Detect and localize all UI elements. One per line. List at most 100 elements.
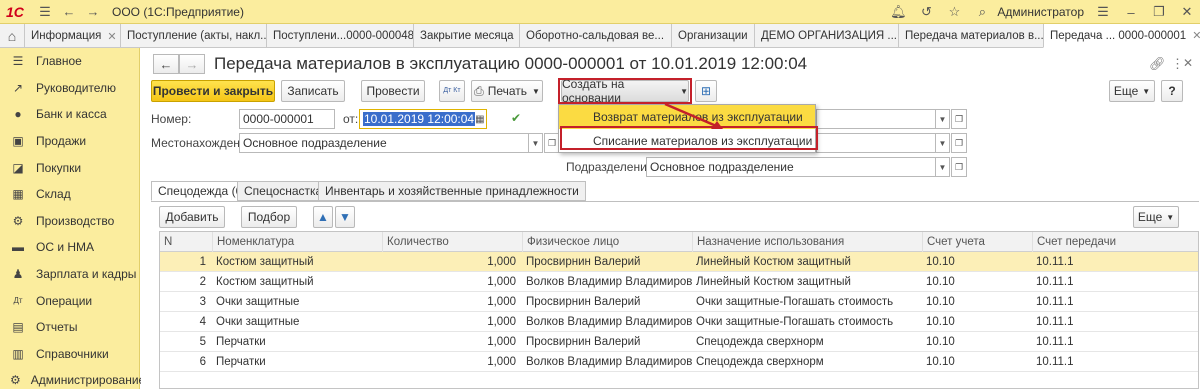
table-row[interactable]: 3 Очки защитные 1,000 Просвирнин Валерий Оч…	[160, 292, 1198, 312]
cell-quantity[interactable]: 1,000	[382, 352, 522, 372]
move-down-icon[interactable]: ▼	[335, 206, 355, 228]
tab-receipts[interactable]: Поступление (акты, накл...✕	[120, 24, 266, 48]
cell-purpose[interactable]: Спецодежда сверхнорм	[692, 352, 922, 372]
select-button[interactable]: Подбор	[241, 206, 297, 228]
table-row[interactable]: 1 Костюм защитный 1,000 Просвирнин Валерий Л…	[160, 252, 1198, 272]
print-button[interactable]: ⎙ Печать ▼	[471, 80, 543, 102]
cell-quantity[interactable]: 1,000	[382, 252, 522, 272]
tab-receipt-doc[interactable]: Поступлени...0000-000048✕	[266, 24, 413, 48]
right-field-2[interactable]	[816, 133, 936, 153]
save-button[interactable]: Записать	[281, 80, 345, 102]
sidebar-item-purchases[interactable]: ◪ Покупки	[0, 154, 139, 181]
cell-n[interactable]: 4	[160, 312, 212, 332]
tab-organizations[interactable]: Организации✕	[671, 24, 754, 48]
close-tab-icon[interactable]: ✕	[107, 30, 116, 43]
col-n[interactable]: N	[160, 232, 212, 252]
cell-quantity[interactable]: 1,000	[382, 312, 522, 332]
sidebar-item-sales[interactable]: ▣ Продажи	[0, 128, 139, 155]
post-button[interactable]: Провести	[361, 80, 425, 102]
sidebar-item-salary[interactable]: ♟ Зарплата и кадры	[0, 261, 139, 288]
cell-nomenclature[interactable]: Перчатки	[212, 332, 382, 352]
help-button[interactable]: ?	[1161, 80, 1183, 102]
settings-icon[interactable]: ☰	[1094, 3, 1112, 21]
add-row-button[interactable]: Добавить	[159, 206, 225, 228]
open-icon[interactable]: ❐	[951, 133, 967, 153]
move-up-icon[interactable]: ▲	[313, 206, 333, 228]
sidebar-item-catalogs[interactable]: ▥ Справочники	[0, 341, 139, 368]
cell-n[interactable]: 1	[160, 252, 212, 272]
cell-account[interactable]: 10.10	[922, 252, 1032, 272]
cell-person[interactable]: Просвирнин Валерий	[522, 252, 692, 272]
tab-trial-balance[interactable]: Оборотно-сальдовая ве...✕	[519, 24, 671, 48]
chevron-down-icon[interactable]: ▼	[936, 157, 950, 177]
cell-person[interactable]: Просвирнин Валерий	[522, 332, 692, 352]
menu-icon[interactable]: ☰	[36, 3, 54, 21]
calendar-icon[interactable]: ▦	[475, 114, 484, 125]
sidebar-item-bank[interactable]: ● Банк и касса	[0, 101, 139, 128]
chevron-down-icon[interactable]: ▼	[936, 109, 950, 129]
table-row[interactable]: 2 Костюм защитный 1,000 Волков Владимир Вла…	[160, 272, 1198, 292]
col-quantity[interactable]: Количество	[382, 232, 522, 252]
user-name[interactable]: Администратор	[997, 5, 1084, 19]
cell-transfer-account[interactable]: 10.11.1	[1032, 332, 1198, 352]
cell-n[interactable]: 2	[160, 272, 212, 292]
cell-account[interactable]: 10.10	[922, 352, 1032, 372]
date-check-icon[interactable]: ✔	[511, 111, 521, 125]
cell-n[interactable]: 3	[160, 292, 212, 312]
history-icon[interactable]: ↺	[917, 3, 935, 21]
chevron-down-icon[interactable]: ▼	[529, 133, 543, 153]
cell-n[interactable]: 5	[160, 332, 212, 352]
sidebar-item-director[interactable]: ↗ Руководителю	[0, 75, 139, 102]
bell-icon[interactable]: 🔔︎	[889, 3, 907, 21]
restore-icon[interactable]: ❐	[1150, 3, 1168, 21]
forward-icon[interactable]: →	[84, 3, 102, 21]
cell-transfer-account[interactable]: 10.11.1	[1032, 292, 1198, 312]
post-and-close-button[interactable]: Провести и закрыть	[151, 80, 275, 102]
tab-month-close[interactable]: Закрытие месяца✕	[413, 24, 519, 48]
back-icon[interactable]: ←	[60, 3, 78, 21]
cell-quantity[interactable]: 1,000	[382, 332, 522, 352]
star-icon[interactable]: ☆	[945, 3, 963, 21]
cell-nomenclature[interactable]: Очки защитные	[212, 292, 382, 312]
cell-purpose[interactable]: Спецодежда сверхнорм	[692, 332, 922, 352]
tab-demo-org[interactable]: ДЕМО ОРГАНИЗАЦИЯ ...✕	[754, 24, 898, 48]
cell-purpose[interactable]: Линейный Костюм защитный	[692, 252, 922, 272]
open-icon[interactable]: ❐	[951, 157, 967, 177]
cell-person[interactable]: Просвирнин Валерий	[522, 292, 692, 312]
close-tab-icon[interactable]: ✕	[1192, 29, 1200, 42]
cell-purpose[interactable]: Линейный Костюм защитный	[692, 272, 922, 292]
cell-account[interactable]: 10.10	[922, 312, 1032, 332]
cell-person[interactable]: Волков Владимир Владимирович	[522, 272, 692, 292]
close-icon[interactable]: ✕	[1178, 3, 1196, 21]
cell-person[interactable]: Волков Владимир Владимирович	[522, 312, 692, 332]
dtkt-button[interactable]: Дт Кт	[439, 80, 465, 102]
col-nomenclature[interactable]: Номенклатура	[212, 232, 382, 252]
cell-nomenclature[interactable]: Костюм защитный	[212, 272, 382, 292]
division-field[interactable]: Основное подразделение	[646, 157, 936, 177]
table-more-button[interactable]: Еще ▼	[1133, 206, 1179, 228]
table-row[interactable]: 6 Перчатки 1,000 Волков Владимир Владимиров…	[160, 352, 1198, 372]
col-account[interactable]: Счет учета	[922, 232, 1032, 252]
more-button[interactable]: Еще ▼	[1109, 80, 1155, 102]
structure-icon[interactable]: ⊞	[695, 80, 717, 102]
date-field[interactable]: 10.01.2019 12:00:04 ▦	[359, 109, 487, 129]
cell-quantity[interactable]: 1,000	[382, 272, 522, 292]
cell-account[interactable]: 10.10	[922, 272, 1032, 292]
sidebar-item-warehouse[interactable]: ▦ Склад	[0, 181, 139, 208]
location-field[interactable]: Основное подразделение	[239, 133, 529, 153]
back-button[interactable]: ←	[153, 54, 179, 74]
chevron-down-icon[interactable]: ▼	[936, 133, 950, 153]
cell-account[interactable]: 10.10	[922, 292, 1032, 312]
tab-transfer-doc[interactable]: Передача ... 0000-000001 ✕	[1043, 24, 1200, 48]
sidebar-item-assets[interactable]: ▬ ОС и НМА	[0, 234, 139, 261]
cell-nomenclature[interactable]: Костюм защитный	[212, 252, 382, 272]
cell-n[interactable]: 6	[160, 352, 212, 372]
number-field[interactable]: 0000-000001	[239, 109, 335, 129]
cell-transfer-account[interactable]: 10.11.1	[1032, 312, 1198, 332]
search-icon[interactable]: ⌕	[973, 3, 991, 21]
sidebar-item-main[interactable]: ☰ Главное	[0, 48, 139, 75]
link-icon[interactable]: 🔗︎	[1149, 56, 1166, 72]
cell-transfer-account[interactable]: 10.11.1	[1032, 252, 1198, 272]
cell-person[interactable]: Волков Владимир Владимирович	[522, 352, 692, 372]
close-form-icon[interactable]: ✕	[1183, 56, 1193, 70]
